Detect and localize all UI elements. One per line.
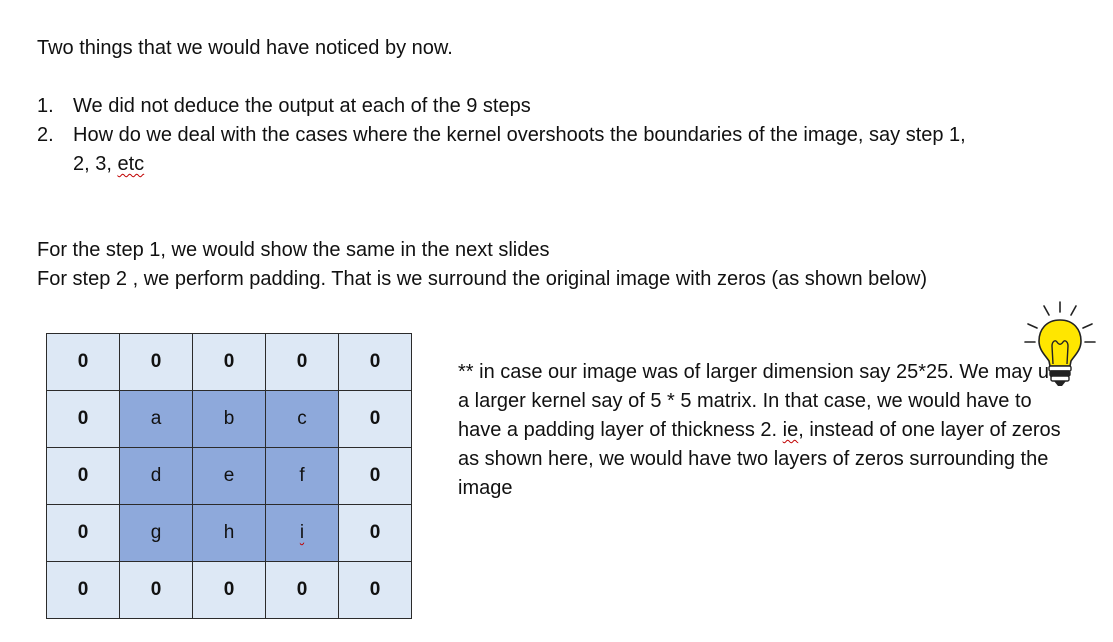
image-cell: d — [119, 447, 193, 505]
grid-row: 00000 — [46, 333, 412, 391]
list-item-1: 1. We did not deduce the output at each … — [37, 92, 1097, 122]
list-item-2: 2. How do we deal with the cases where t… — [37, 121, 1097, 181]
padding-cell: 0 — [46, 447, 120, 505]
padding-cell: 0 — [338, 561, 412, 619]
grid-row: 0ghi0 — [46, 504, 412, 562]
list-number-2: 2. — [37, 124, 54, 146]
list-number-1: 1. — [37, 95, 54, 117]
image-cell: g — [119, 504, 193, 562]
image-cell: a — [119, 390, 193, 448]
image-cell: c — [265, 390, 339, 448]
note-text: ** in case our image was of larger dimen… — [458, 358, 1078, 503]
padding-cell: 0 — [119, 561, 193, 619]
padding-cell: 0 — [338, 333, 412, 391]
padding-cell: 0 — [46, 561, 120, 619]
note-ie: ie — [782, 419, 799, 441]
padded-image-grid: 000000abc00def00ghi000000 — [46, 333, 412, 619]
grid-row: 0abc0 — [46, 390, 412, 448]
list-text-2-etc: etc — [117, 153, 145, 175]
image-cell: b — [192, 390, 266, 448]
padding-cell: 0 — [338, 504, 412, 562]
list-text-2-line2: 2, 3, — [73, 153, 112, 175]
padding-cell: 0 — [119, 333, 193, 391]
padding-cell: 0 — [192, 333, 266, 391]
list-text-2-line1: How do we deal with the cases where the … — [73, 124, 966, 146]
grid-row: 0def0 — [46, 447, 412, 505]
padding-cell: 0 — [338, 447, 412, 505]
lightbulb-icon — [1024, 301, 1096, 386]
padding-cell: 0 — [46, 390, 120, 448]
step2-text: For step 2 , we perform padding. That is… — [37, 268, 928, 290]
image-cell: e — [192, 447, 266, 505]
padding-cell: 0 — [265, 333, 339, 391]
list-text-2: How do we deal with the cases where the … — [73, 121, 1073, 179]
list-text-1: We did not deduce the output at each of … — [73, 95, 531, 117]
intro-text: Two things that we would have noticed by… — [37, 37, 453, 59]
padding-cell: 0 — [265, 561, 339, 619]
image-cell: f — [265, 447, 339, 505]
step1-text: For the step 1, we would show the same i… — [37, 239, 550, 261]
image-cell: h — [192, 504, 266, 562]
padding-cell: 0 — [46, 504, 120, 562]
image-cell-value: i — [299, 522, 305, 543]
grid-row: 00000 — [46, 561, 412, 619]
image-cell: i — [265, 504, 339, 562]
padding-cell: 0 — [192, 561, 266, 619]
padding-cell: 0 — [46, 333, 120, 391]
padding-cell: 0 — [338, 390, 412, 448]
